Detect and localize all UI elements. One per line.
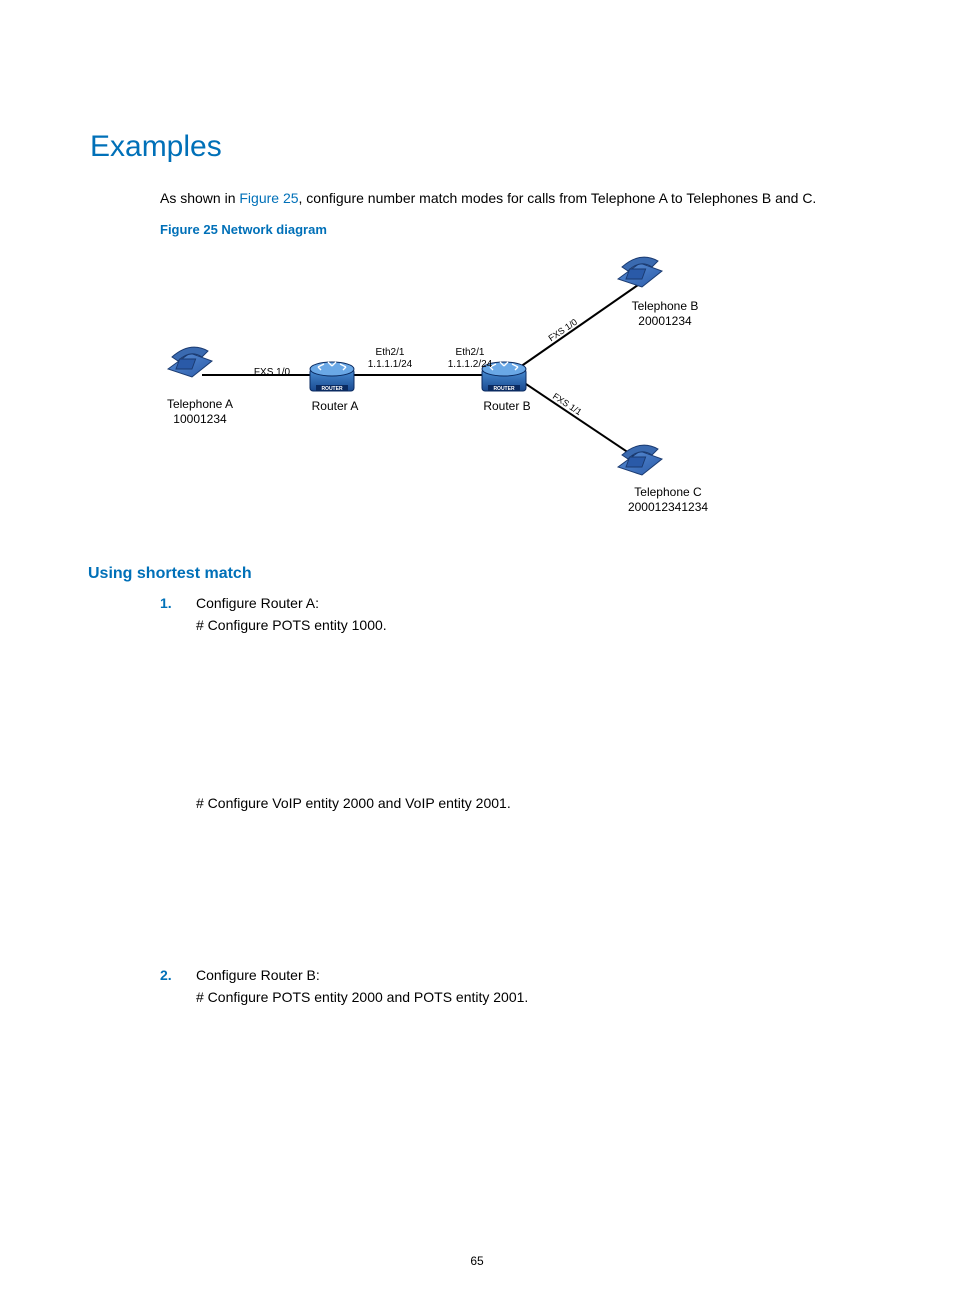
step-1-line-2: # Configure VoIP entity 2000 and VoIP en… [196, 795, 864, 811]
step-1-number: 1. [160, 595, 172, 611]
eth-a-label: Eth2/11.1.1.1/24 [360, 347, 420, 371]
telephone-a-label: Telephone A10001234 [150, 397, 250, 427]
router-a-label: Router A [300, 399, 370, 414]
network-diagram: ROUTER ROUTER [160, 247, 864, 537]
telephone-b-icon [618, 257, 662, 287]
svg-text:ROUTER: ROUTER [321, 386, 343, 392]
step-1-title: Configure Router A: [196, 595, 319, 611]
subheading-shortest-match: Using shortest match [88, 565, 864, 583]
step-2-number: 2. [160, 967, 172, 983]
step-2-line-1: # Configure POTS entity 2000 and POTS en… [196, 989, 864, 1005]
diagram-svg: ROUTER ROUTER [160, 247, 860, 537]
step-2: 2. Configure Router B: # Configure POTS … [160, 967, 864, 1005]
telephone-c-label: Telephone C200012341234 [608, 485, 728, 515]
telephone-a-icon [168, 347, 212, 377]
svg-text:ROUTER: ROUTER [493, 386, 515, 392]
figure-caption: Figure 25 Network diagram [160, 222, 864, 237]
figure-link[interactable]: Figure 25 [239, 190, 298, 206]
router-b-label: Router B [472, 399, 542, 414]
telephone-b-label: Telephone B20001234 [615, 299, 715, 329]
page-number: 65 [0, 1254, 954, 1268]
page-title: Examples [90, 130, 864, 164]
step-1-line-1: # Configure POTS entity 1000. [196, 617, 864, 633]
eth-b-label: Eth2/11.1.1.2/24 [440, 347, 500, 371]
step-1: 1. Configure Router A: # Configure POTS … [160, 595, 864, 957]
fxs-1-0-label-a: FXS 1/0 [242, 367, 302, 379]
router-a-icon: ROUTER [310, 362, 354, 392]
intro-text-after: , configure number match modes for calls… [299, 190, 817, 206]
intro-text-before: As shown in [160, 190, 239, 206]
intro-paragraph: As shown in Figure 25, configure number … [160, 188, 864, 210]
step-2-title: Configure Router B: [196, 967, 320, 983]
